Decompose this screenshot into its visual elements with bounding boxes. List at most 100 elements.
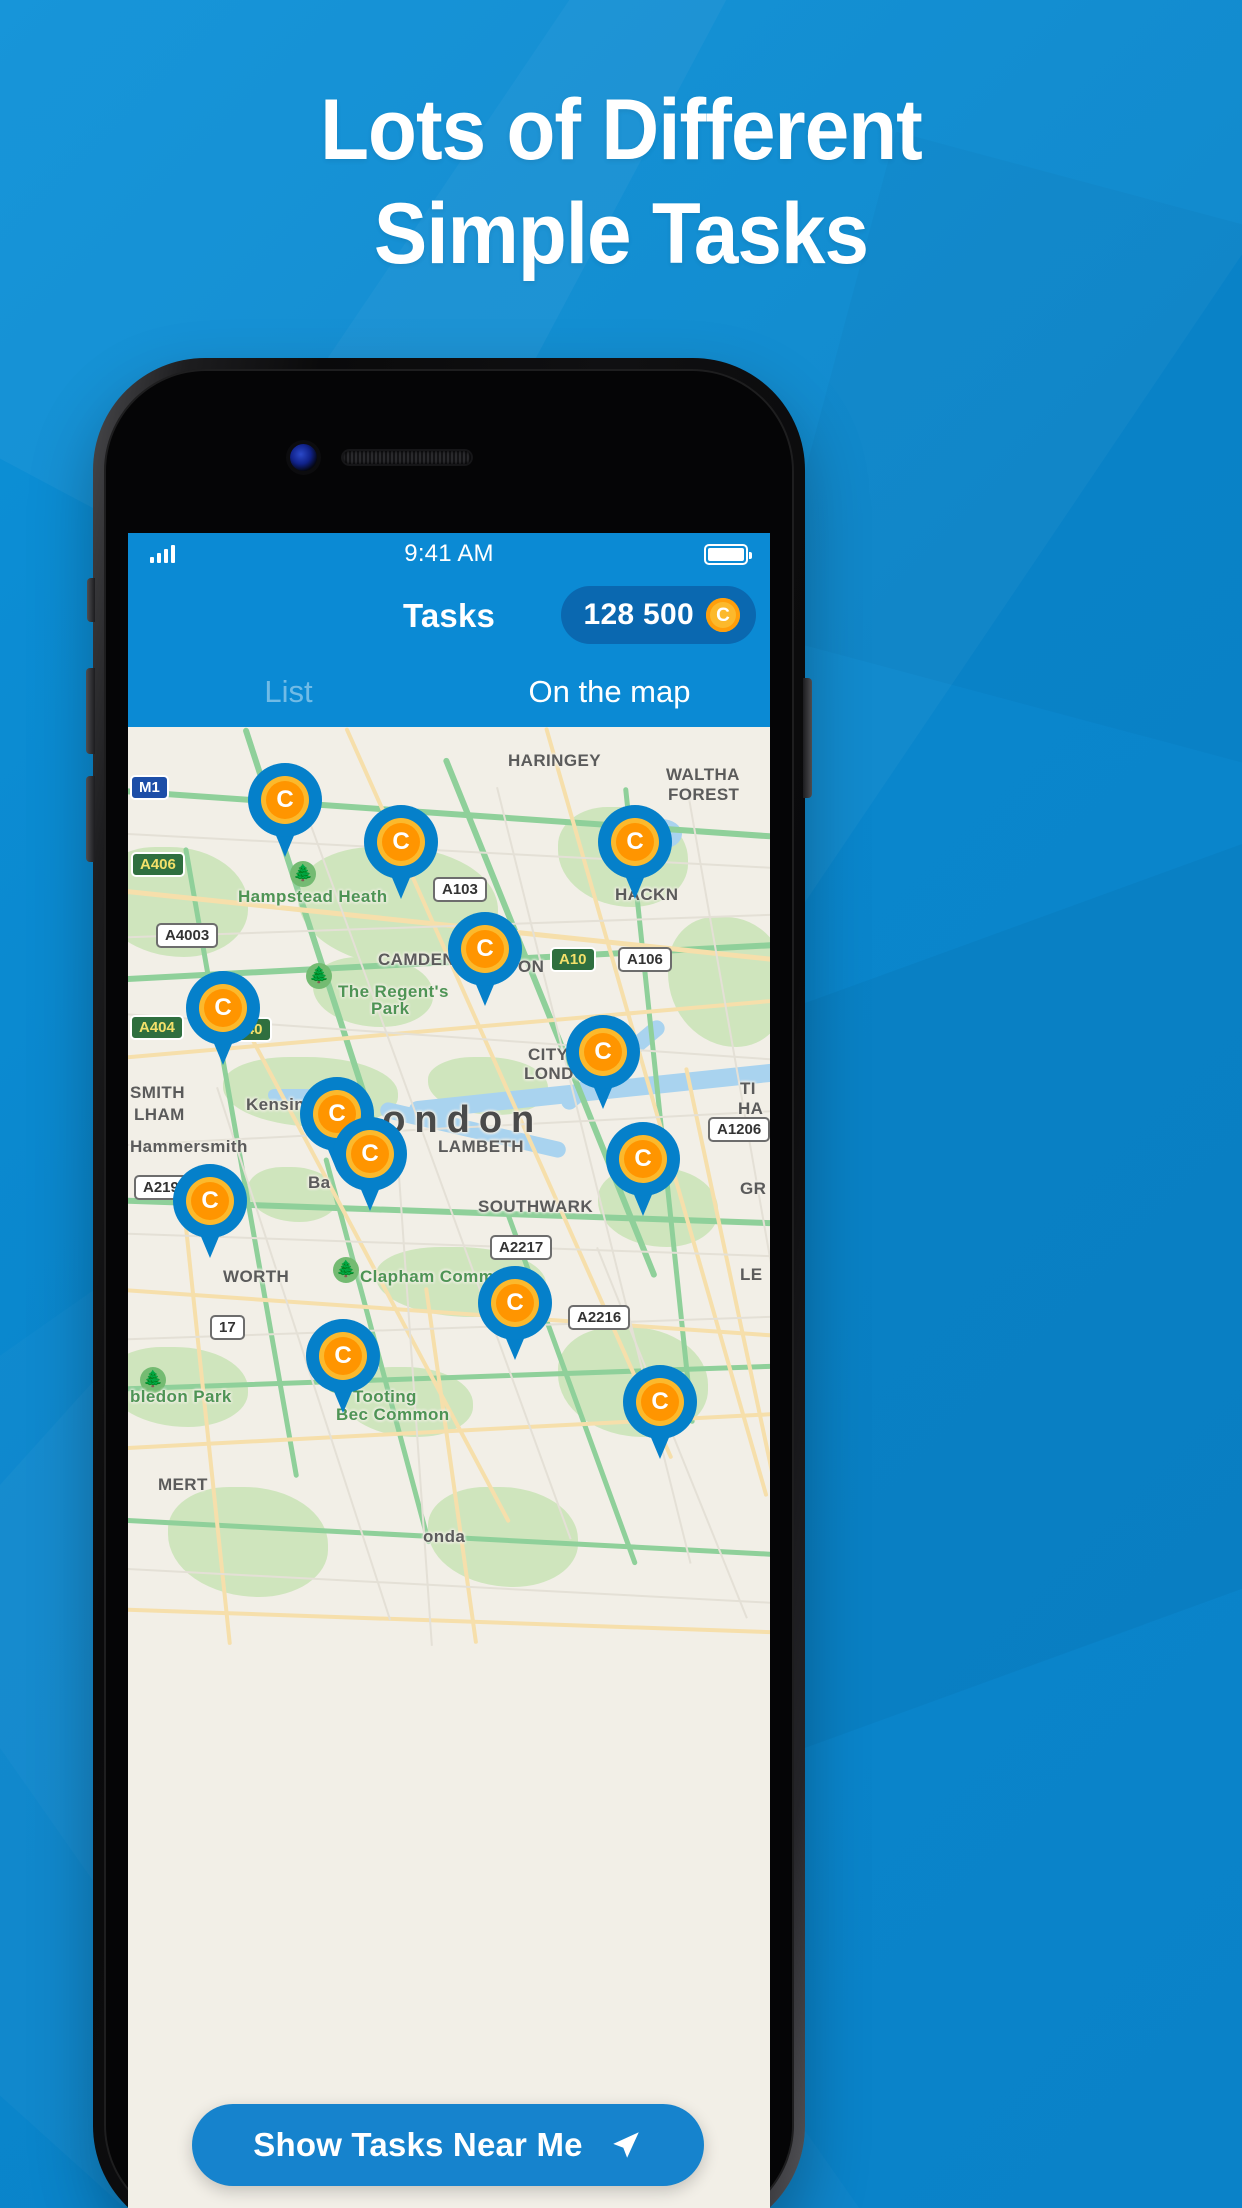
coin-icon: C bbox=[611, 818, 659, 866]
road-shield: A406 bbox=[131, 852, 185, 877]
front-camera-icon bbox=[290, 444, 317, 471]
page-title: Tasks bbox=[402, 597, 496, 634]
road-shield: A1206 bbox=[708, 1117, 770, 1142]
coin-icon: C bbox=[346, 1130, 394, 1178]
coin-letter: C bbox=[716, 604, 730, 626]
map-label: LE bbox=[740, 1265, 763, 1284]
tab-bar: List On the map bbox=[128, 657, 770, 727]
map-task-pin[interactable]: C bbox=[598, 805, 672, 901]
map-label: WORTH bbox=[223, 1267, 290, 1286]
coin-icon: C bbox=[199, 984, 247, 1032]
navigation-bar: Tasks 128 500 C bbox=[128, 575, 770, 657]
road-shield: A404 bbox=[130, 1015, 184, 1040]
map-label: GR bbox=[740, 1179, 767, 1198]
park-area bbox=[668, 917, 770, 1047]
cta-label: Show Tasks Near Me bbox=[253, 2126, 583, 2163]
map-task-pin[interactable]: C bbox=[333, 1117, 407, 1213]
map-task-pin[interactable]: C bbox=[364, 805, 438, 901]
road-shield: A106 bbox=[618, 947, 672, 972]
map-label: bledon Park bbox=[130, 1387, 232, 1406]
park-tree-icon: 🌲 bbox=[290, 861, 316, 887]
road-shield: 17 bbox=[210, 1315, 245, 1340]
road-shield: A10 bbox=[550, 947, 596, 972]
map-label: SMITH bbox=[130, 1083, 185, 1102]
coin-balance-badge[interactable]: 128 500 C bbox=[561, 586, 756, 644]
map-task-pin[interactable]: C bbox=[306, 1319, 380, 1415]
map-label: Park bbox=[371, 999, 410, 1018]
pin-letter: C bbox=[214, 994, 232, 1021]
pin-letter: C bbox=[201, 1187, 219, 1214]
tab-list[interactable]: List bbox=[128, 657, 449, 727]
volume-up-button[interactable] bbox=[86, 668, 95, 754]
pin-letter: C bbox=[651, 1388, 669, 1415]
coin-icon: C bbox=[319, 1332, 367, 1380]
map-label: LAMBETH bbox=[438, 1137, 524, 1156]
pin-letter: C bbox=[334, 1342, 352, 1369]
map-task-pin[interactable]: C bbox=[606, 1122, 680, 1218]
coin-icon: C bbox=[636, 1378, 684, 1426]
map-label: WALTHA bbox=[666, 765, 740, 784]
map-task-pin[interactable]: C bbox=[623, 1365, 697, 1461]
coin-icon: C bbox=[461, 925, 509, 973]
coin-balance-amount: 128 500 bbox=[583, 598, 694, 631]
phone-screen: 9:41 AM Tasks 128 500 C List On the map bbox=[128, 533, 770, 2208]
map-task-pin[interactable]: C bbox=[248, 763, 322, 859]
coin-icon: C bbox=[491, 1279, 539, 1327]
map-task-pin[interactable]: C bbox=[186, 971, 260, 1067]
map-label: CAMDEN bbox=[378, 950, 456, 969]
map-view[interactable]: 🌲 🌲 🌲 🌲 🌲 HARINGEYWALTHAFORESTHampstead … bbox=[128, 727, 770, 2208]
map-label: HA bbox=[738, 1099, 764, 1118]
map-label: Ba bbox=[308, 1173, 331, 1192]
pin-letter: C bbox=[626, 828, 644, 855]
coin-icon: C bbox=[706, 598, 740, 632]
pin-letter: C bbox=[276, 786, 294, 813]
road bbox=[424, 1287, 479, 1645]
map-label: Hammersmith bbox=[130, 1137, 248, 1156]
map-label: LHAM bbox=[134, 1105, 185, 1124]
park-area bbox=[168, 1487, 328, 1597]
map-label: FOREST bbox=[668, 785, 740, 804]
promo-headline: Lots of Different Simple Tasks bbox=[43, 78, 1198, 286]
mute-switch[interactable] bbox=[87, 578, 95, 622]
status-bar-time: 9:41 AM bbox=[404, 540, 494, 567]
cellular-signal-icon bbox=[150, 545, 175, 563]
road-shield: M1 bbox=[130, 775, 169, 800]
map-label: MERT bbox=[158, 1475, 208, 1494]
volume-down-button[interactable] bbox=[86, 776, 95, 862]
map-task-pin[interactable]: C bbox=[448, 912, 522, 1008]
map-task-pin[interactable]: C bbox=[566, 1015, 640, 1111]
coin-icon: C bbox=[377, 818, 425, 866]
road-shield: A4003 bbox=[156, 923, 219, 948]
coin-icon: C bbox=[579, 1028, 627, 1076]
pin-letter: C bbox=[594, 1038, 612, 1065]
park-tree-icon: 🌲 bbox=[306, 963, 332, 989]
coin-icon: C bbox=[261, 776, 309, 824]
park-tree-icon: 🌲 bbox=[333, 1257, 359, 1283]
map-label: SOUTHWARK bbox=[478, 1197, 594, 1216]
road-shield: A2216 bbox=[568, 1305, 631, 1330]
road-shield: A2217 bbox=[490, 1235, 553, 1260]
show-tasks-near-me-button[interactable]: Show Tasks Near Me bbox=[192, 2104, 704, 2186]
pin-letter: C bbox=[506, 1289, 524, 1316]
tab-on-the-map[interactable]: On the map bbox=[449, 657, 770, 727]
coin-icon: C bbox=[619, 1135, 667, 1183]
map-label: onda bbox=[423, 1527, 466, 1546]
coin-icon: C bbox=[186, 1177, 234, 1225]
battery-full-icon bbox=[704, 543, 752, 565]
map-label: HARINGEY bbox=[508, 751, 601, 770]
status-bar: 9:41 AM bbox=[128, 533, 770, 575]
pin-letter: C bbox=[392, 828, 410, 855]
phone-mockup: 9:41 AM Tasks 128 500 C List On the map bbox=[86, 358, 812, 2208]
power-button[interactable] bbox=[803, 678, 812, 798]
pin-letter: C bbox=[361, 1140, 379, 1167]
headline-line-1: Lots of Different bbox=[320, 82, 923, 178]
pin-letter: C bbox=[634, 1145, 652, 1172]
map-task-pin[interactable]: C bbox=[478, 1266, 552, 1362]
navigation-arrow-icon bbox=[612, 2132, 639, 2158]
map-task-pin[interactable]: C bbox=[173, 1164, 247, 1260]
pin-letter: C bbox=[476, 935, 494, 962]
map-label: TI bbox=[740, 1079, 756, 1098]
headline-line-2: Simple Tasks bbox=[373, 186, 869, 282]
road-shield: A103 bbox=[433, 877, 487, 902]
earpiece-speaker-icon bbox=[343, 451, 471, 464]
